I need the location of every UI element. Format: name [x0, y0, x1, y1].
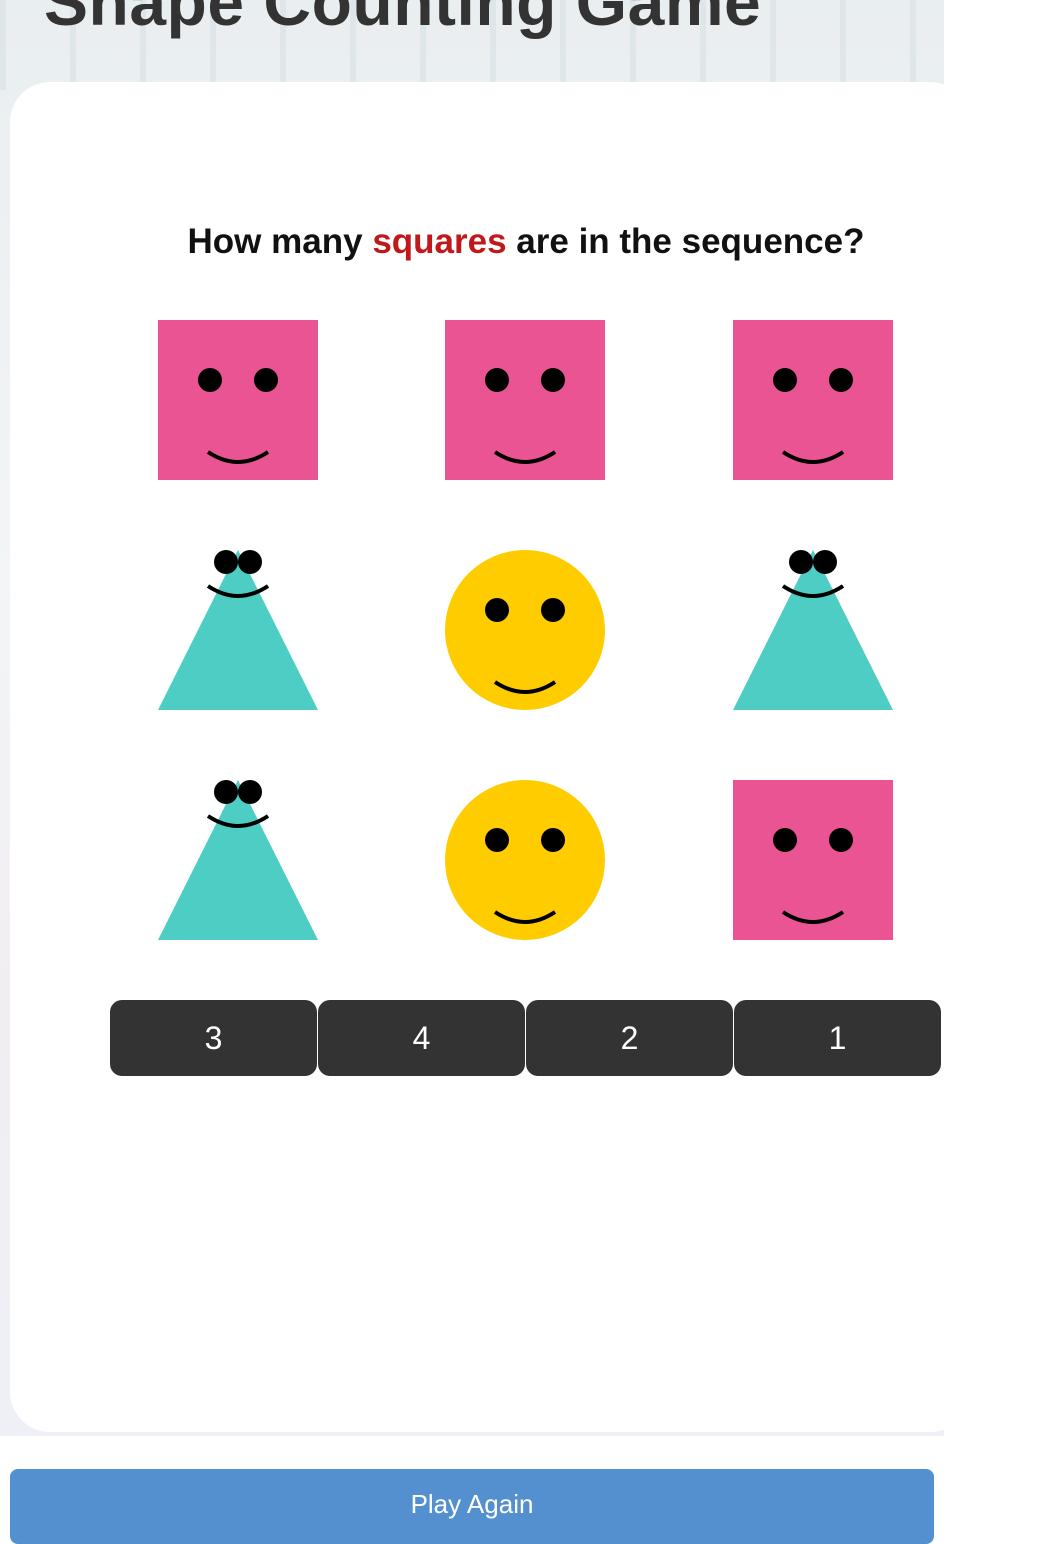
shape-face-svg	[445, 320, 605, 480]
left-eye	[789, 550, 813, 574]
question-prefix: How many	[187, 222, 363, 261]
square-shape	[445, 320, 605, 480]
right-eye	[813, 550, 837, 574]
left-eye	[485, 598, 509, 622]
square-body	[733, 780, 893, 940]
triangle-body	[158, 550, 318, 710]
left-eye	[485, 368, 509, 392]
triangle-shape	[733, 550, 893, 710]
right-eye	[541, 368, 565, 392]
question-text: How many squares are in the sequence?	[0, 222, 944, 262]
triangle-body	[158, 780, 318, 940]
square-shape	[158, 320, 318, 480]
left-eye	[773, 828, 797, 852]
left-eye	[198, 368, 222, 392]
shape-grid	[158, 320, 894, 940]
square-shape	[733, 780, 893, 940]
question-target-shape: squares	[372, 222, 507, 261]
square-body	[158, 320, 318, 480]
right-eye	[541, 598, 565, 622]
circle-shape	[445, 780, 605, 940]
left-eye	[485, 828, 509, 852]
right-eye	[238, 780, 262, 804]
left-eye	[214, 780, 238, 804]
answer-button[interactable]: 3	[110, 1000, 317, 1076]
answer-button[interactable]: 1	[734, 1000, 941, 1076]
game-stage: Shape Counting Game How many squares are…	[0, 0, 944, 1436]
triangle-shape	[158, 780, 318, 940]
shape-face-svg	[158, 780, 318, 940]
shape-face-svg	[158, 550, 318, 710]
right-eye	[829, 828, 853, 852]
left-eye	[773, 368, 797, 392]
game-title: Shape Counting Game	[44, 0, 762, 39]
answer-button[interactable]: 4	[318, 1000, 525, 1076]
shape-face-svg	[733, 550, 893, 710]
shape-face-svg	[445, 550, 605, 710]
shape-face-svg	[445, 780, 605, 940]
triangle-shape	[158, 550, 318, 710]
right-eye	[829, 368, 853, 392]
circle-body	[445, 780, 605, 940]
shape-face-svg	[733, 780, 893, 940]
circle-shape	[445, 550, 605, 710]
right-eye	[254, 368, 278, 392]
shape-face-svg	[158, 320, 318, 480]
right-eye	[541, 828, 565, 852]
right-eye	[238, 550, 262, 574]
answer-button[interactable]: 2	[526, 1000, 733, 1076]
question-suffix: are in the sequence?	[516, 222, 865, 261]
square-body	[445, 320, 605, 480]
left-eye	[214, 550, 238, 574]
play-again-button[interactable]: Play Again	[10, 1469, 934, 1544]
shape-face-svg	[733, 320, 893, 480]
circle-body	[445, 550, 605, 710]
square-body	[733, 320, 893, 480]
answer-options: 3421	[110, 1000, 942, 1076]
square-shape	[733, 320, 893, 480]
triangle-body	[733, 550, 893, 710]
